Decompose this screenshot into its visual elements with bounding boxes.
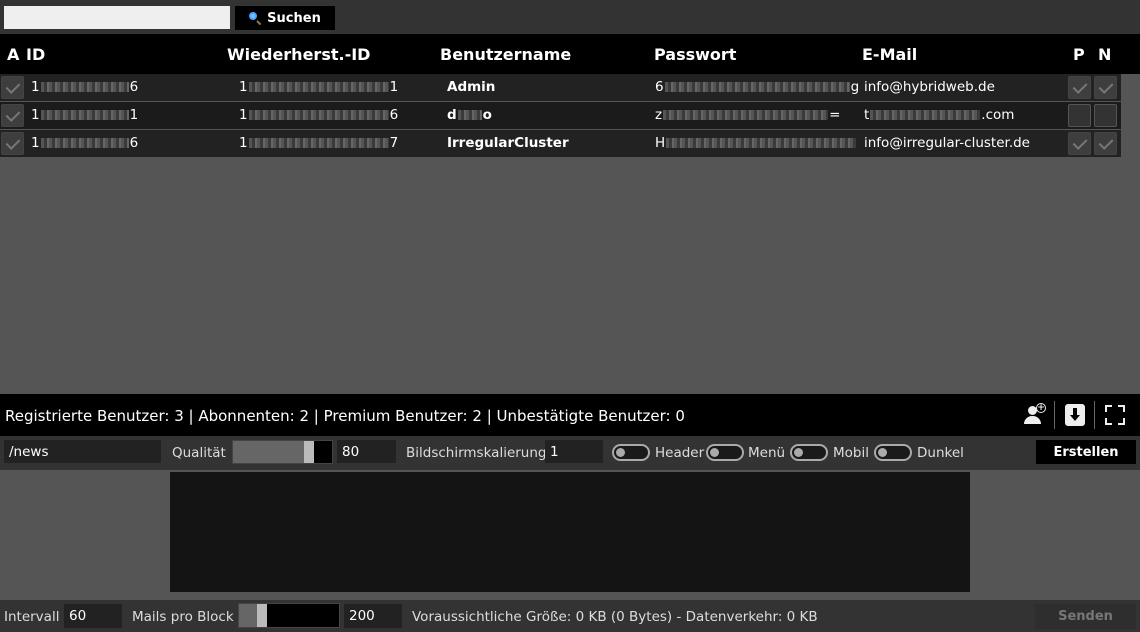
column-recovery-id[interactable]: Wiederherst.-ID [227,45,370,64]
row-p-checkbox[interactable] [1068,76,1091,99]
estimated-size: Voraussichtliche Größe: 0 KB (0 Bytes) -… [412,609,818,625]
masked-value [457,110,482,120]
column-email[interactable]: E-Mail [862,45,917,64]
row-id: 16 [31,79,139,95]
menu-toggle[interactable] [706,444,744,461]
quality-slider-fill [233,441,304,463]
scaling-input[interactable] [545,440,603,463]
search-button-label: Suchen [267,10,321,26]
row-n-checkbox[interactable] [1094,76,1117,99]
masked-value [663,110,829,120]
row-password: H [655,135,857,151]
masked-value [248,138,389,148]
row-a-checkbox[interactable] [1,132,24,155]
column-n[interactable]: N [1098,45,1111,64]
quality-label: Qualität [172,445,226,461]
masked-value [40,138,129,148]
masked-value [40,82,129,92]
menu-toggle-label: Menü [748,445,786,461]
search-bar: Suchen [0,0,1140,34]
mails-slider-fill [239,604,257,627]
mails-per-block-input[interactable] [344,604,402,628]
dark-toggle[interactable] [874,444,912,461]
send-button[interactable]: Senden [1035,604,1136,629]
preview-area [0,470,1140,600]
masked-value [870,110,981,120]
row-n-checkbox[interactable] [1094,104,1117,127]
mails-per-block-slider[interactable] [238,603,340,628]
send-bar: Intervall Mails pro Block Voraussichtlic… [0,600,1140,632]
row-email: t .com [864,107,1015,123]
row-email: info@irregular-cluster.de [864,135,1030,151]
row-username: IrregularCluster [447,135,569,151]
masked-value [40,110,129,120]
masked-value [248,110,389,120]
preview-frame [170,472,970,592]
row-p-checkbox[interactable] [1068,104,1091,127]
quality-input[interactable] [337,440,396,463]
row-n-checkbox[interactable] [1094,132,1117,155]
quality-slider[interactable] [232,440,333,464]
screenshot-settings: Qualität Bildschirmskalierung Header Men… [0,436,1140,470]
search-button[interactable]: Suchen [235,6,335,30]
interval-label: Intervall [4,609,60,625]
users-table: A ID Wiederherst.-ID Benutzername Passwo… [0,34,1140,394]
fullscreen-icon[interactable] [1094,401,1134,429]
header-toggle[interactable] [612,444,650,461]
column-id[interactable]: ID [26,45,45,64]
newsletter-admin-app: Suchen A ID Wiederherst.-ID Benutzername… [0,0,1140,632]
header-toggle-label: Header [655,445,705,461]
row-email: info@hybridweb.de [864,79,995,95]
column-a[interactable]: A [7,45,19,64]
column-username[interactable]: Benutzername [440,45,571,64]
interval-input[interactable] [64,604,122,628]
row-recovery-id: 16 [239,107,399,123]
download-icon[interactable] [1054,401,1094,429]
row-recovery-id: 17 [239,135,399,151]
path-input[interactable] [4,440,161,463]
row-username: Admin [447,79,496,95]
quality-slider-thumb[interactable] [304,441,314,463]
row-p-checkbox[interactable] [1068,132,1091,155]
column-password[interactable]: Passwort [654,45,736,64]
status-bar: Registrierte Benutzer: 3 | Abonnenten: 2… [0,394,1140,436]
masked-value [666,138,857,148]
user-stats: Registrierte Benutzer: 3 | Abonnenten: 2… [5,407,685,425]
dark-toggle-label: Dunkel [917,445,964,461]
mails-per-block-label: Mails pro Block [132,609,234,625]
table-row[interactable]: 16 17 IrregularCluster H info@irregular-… [0,130,1121,157]
create-button[interactable]: Erstellen [1036,440,1136,464]
magnifier-icon [249,12,261,24]
add-user-icon[interactable]: + [1014,401,1054,429]
row-id: 11 [31,107,139,123]
mails-slider-thumb[interactable] [257,604,267,627]
row-recovery-id: 11 [239,79,399,95]
row-username: do [447,107,492,123]
search-input[interactable] [4,6,230,29]
masked-value [664,82,850,92]
row-a-checkbox[interactable] [1,104,24,127]
status-actions: + [1014,401,1134,429]
row-a-checkbox[interactable] [1,76,24,99]
table-row[interactable]: 11 16 do z = t .com [0,102,1121,129]
column-p[interactable]: P [1073,45,1085,64]
row-id: 16 [31,135,139,151]
row-password: z = [655,107,841,123]
mobile-toggle-label: Mobil [833,445,869,461]
table-scrollbar[interactable] [1121,74,1140,394]
scaling-label: Bildschirmskalierung [406,445,547,461]
table-row[interactable]: 16 11 Admin 6g info@hybridweb.de [0,74,1121,101]
mobile-toggle[interactable] [790,444,828,461]
masked-value [248,82,389,92]
table-header: A ID Wiederherst.-ID Benutzername Passwo… [0,34,1140,74]
row-password: 6g [655,79,860,95]
